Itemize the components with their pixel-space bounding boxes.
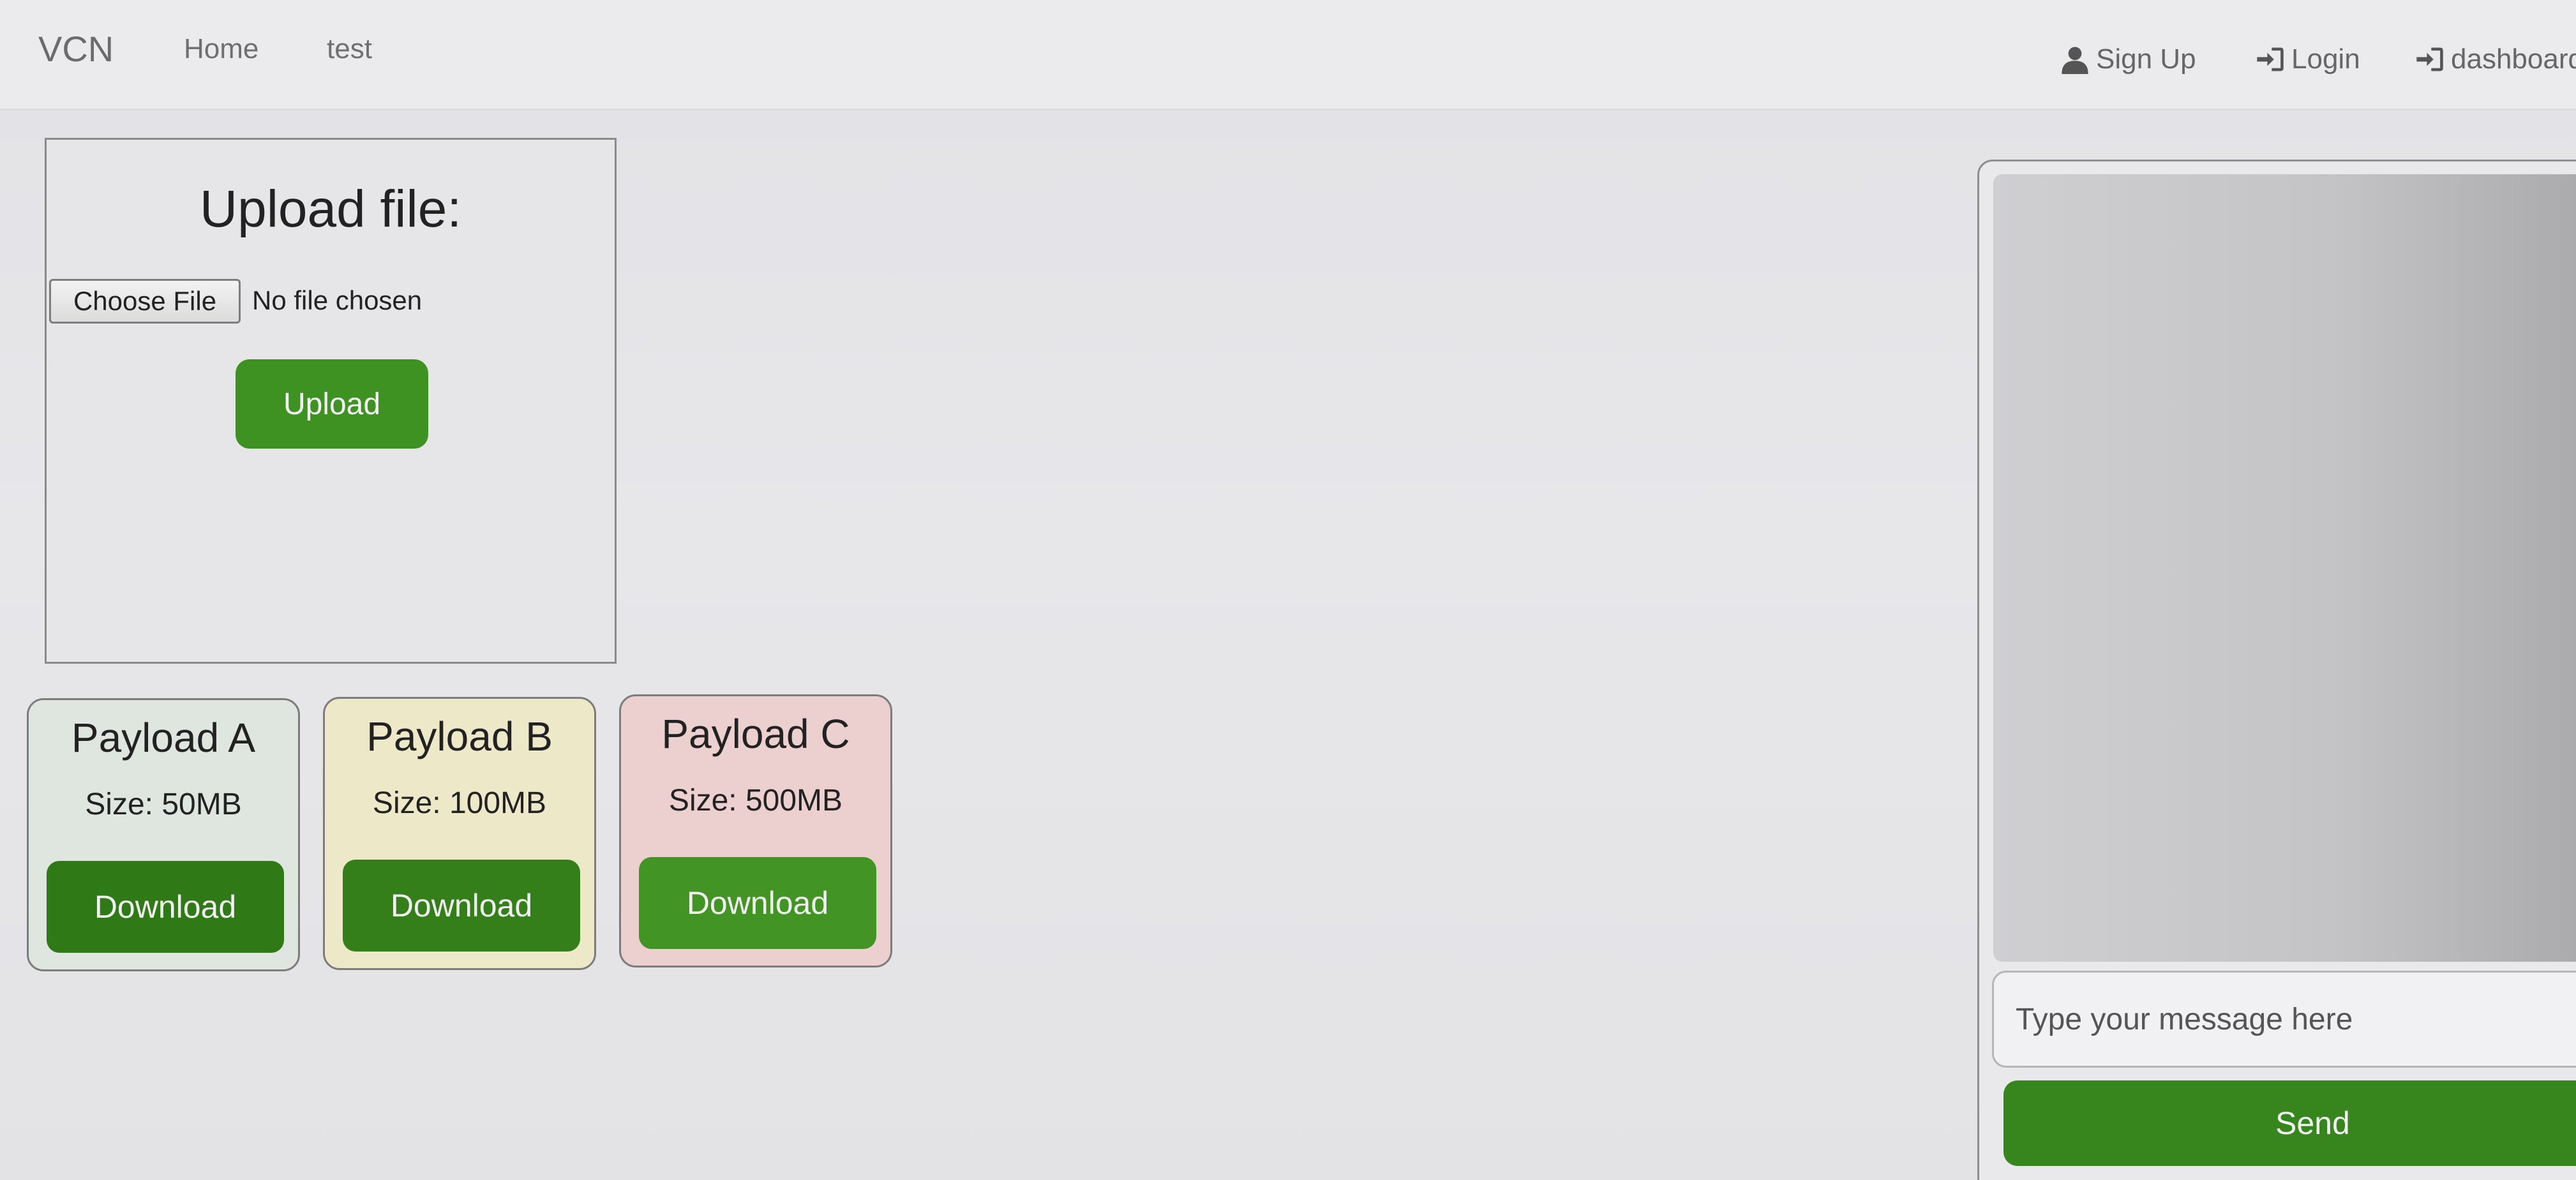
payload-title: Payload C xyxy=(661,711,850,757)
nav-login[interactable]: Login xyxy=(2256,43,2360,75)
nav-dashboard[interactable]: dashboard xyxy=(2415,43,2576,75)
message-input[interactable]: Type your message here xyxy=(1992,971,2576,1068)
nav-signup-label: Sign Up xyxy=(2096,43,2196,75)
brand-logo[interactable]: VCN xyxy=(38,28,114,70)
nav-link-test[interactable]: test xyxy=(327,33,372,65)
payload-card-b: Payload B Size: 100MB Download xyxy=(323,697,596,970)
download-button-c[interactable]: Download xyxy=(639,857,876,949)
chat-panel: Type your message here Send xyxy=(1977,160,2576,1180)
payload-card-c: Payload C Size: 500MB Download xyxy=(619,694,892,967)
login-icon xyxy=(2416,47,2443,71)
nav-login-label: Login xyxy=(2291,43,2360,75)
send-button[interactable]: Send xyxy=(2003,1080,2576,1166)
payload-size: Size: 100MB xyxy=(372,786,547,820)
payload-card-a: Payload A Size: 50MB Download xyxy=(27,698,300,971)
navbar: VCN Home test Sign Up Login dashboard xyxy=(0,0,2576,110)
upload-title: Upload file: xyxy=(199,180,462,238)
nav-dashboard-label: dashboard xyxy=(2451,43,2576,75)
page: VCN Home test Sign Up Login dashboard Up… xyxy=(0,0,2576,1180)
payload-size: Size: 500MB xyxy=(668,784,843,818)
upload-panel: Upload file: Choose File No file chosen … xyxy=(45,138,617,664)
payload-title: Payload B xyxy=(366,713,553,759)
payload-size: Size: 50MB xyxy=(85,788,242,821)
payload-title: Payload A xyxy=(71,715,256,761)
download-button-b[interactable]: Download xyxy=(343,860,580,952)
upload-button[interactable]: Upload xyxy=(236,359,428,449)
nav-link-home[interactable]: Home xyxy=(184,33,258,65)
choose-file-button[interactable]: Choose File xyxy=(49,279,241,324)
user-icon xyxy=(2062,47,2088,74)
chat-messages-area[interactable] xyxy=(1993,174,2576,962)
file-status: No file chosen xyxy=(252,285,423,315)
login-icon xyxy=(2257,47,2284,71)
nav-signup[interactable]: Sign Up xyxy=(2060,43,2196,75)
download-button-a[interactable]: Download xyxy=(47,861,284,953)
